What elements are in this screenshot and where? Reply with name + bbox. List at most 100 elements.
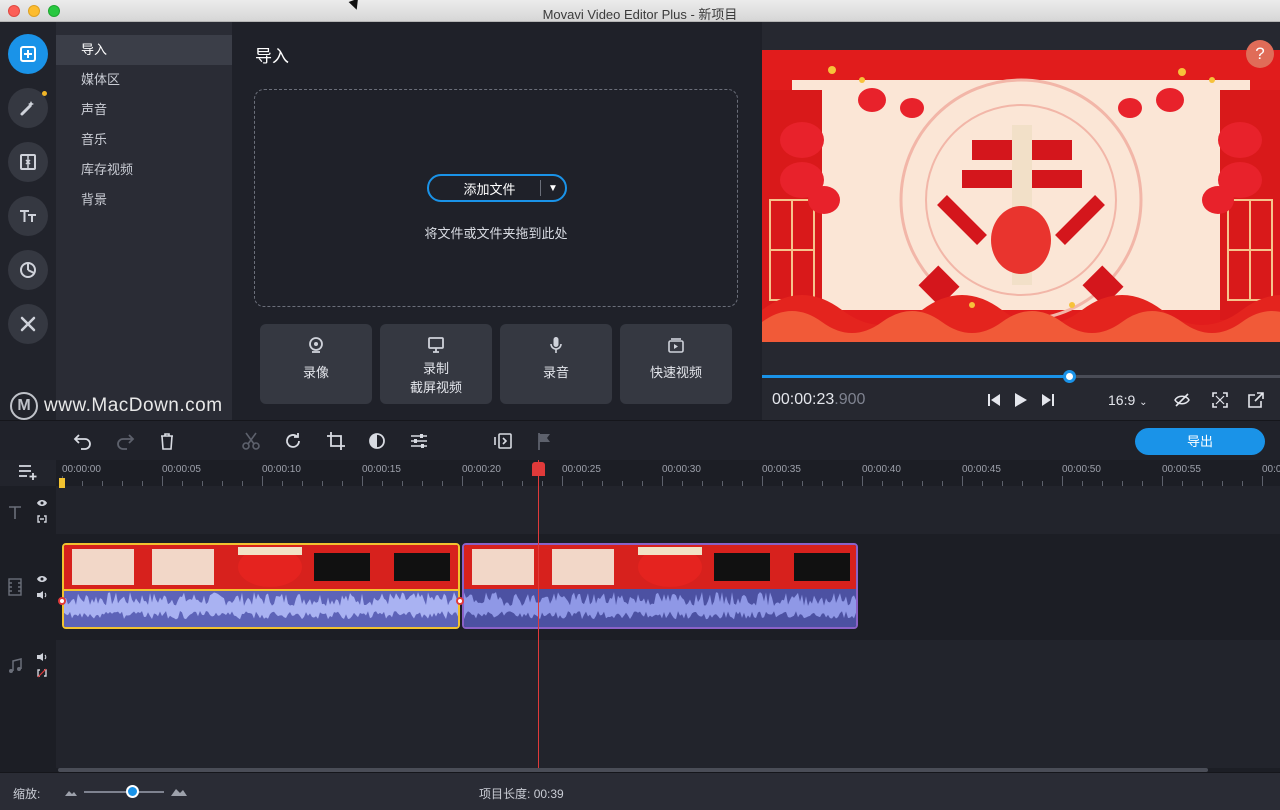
ruler-time-label: 00:00:50: [1062, 464, 1101, 475]
category-sounds[interactable]: 声音: [56, 95, 232, 125]
ruler-time-label: 00:00:25: [562, 464, 601, 475]
category-import[interactable]: 导入: [56, 35, 232, 65]
zoom-slider[interactable]: [84, 791, 164, 793]
chevron-down-icon[interactable]: ▼: [541, 183, 565, 194]
add-media-icon: [20, 46, 36, 62]
magic-wand-icon: [20, 101, 34, 116]
transitions-tool-button[interactable]: [8, 142, 48, 182]
visibility-eye-icon[interactable]: [36, 498, 48, 508]
play-icon: [1015, 393, 1027, 407]
text-track-icon: [9, 506, 21, 519]
drop-hint-text: 将文件或文件夹拖到此处: [424, 226, 568, 241]
marker-flag-icon[interactable]: [535, 431, 555, 451]
timecode-main: 00:00:23: [772, 391, 835, 408]
title-bar: Movavi Video Editor Plus - 新项目: [0, 0, 1280, 22]
progress-handle[interactable]: [1063, 370, 1077, 383]
record-video-label: 录像: [302, 365, 329, 380]
video-track: [56, 536, 1280, 638]
chevron-down-icon: ⌄: [1139, 397, 1148, 408]
playhead-handle[interactable]: [532, 462, 545, 476]
zoom-in-icon[interactable]: [170, 785, 188, 797]
skip-back-button[interactable]: [986, 391, 1002, 409]
microphone-icon: [550, 337, 562, 353]
project-length-label: 项目长度:: [479, 787, 531, 801]
speaker-icon[interactable]: [36, 590, 48, 600]
add-files-button[interactable]: 添加文件 ▼: [427, 174, 567, 202]
hidden-eye-icon: [1174, 393, 1190, 407]
record-audio-button[interactable]: 录音: [500, 324, 612, 404]
playback-progress-bar[interactable]: [762, 370, 1280, 383]
ruler-tick: [1062, 476, 1063, 486]
fade-out-handle[interactable]: [456, 597, 464, 605]
redo-icon[interactable]: [115, 431, 135, 451]
help-button[interactable]: ?: [1246, 40, 1274, 68]
add-track-icon[interactable]: [18, 463, 38, 481]
ruler-time-label: 00:00:15: [362, 464, 401, 475]
time-ruler[interactable]: 00:00:00 00:00:05 00:00:10 00:00:15 00:00:20…: [56, 460, 1280, 486]
preview-quality-button[interactable]: [1174, 391, 1190, 409]
title-track[interactable]: [56, 486, 1280, 534]
ruler-time-label: 00:00:30: [662, 464, 701, 475]
skip-forward-button[interactable]: [1040, 391, 1056, 409]
video-clip[interactable]: [462, 543, 858, 629]
start-marker: [59, 478, 65, 488]
record-audio-label: 录音: [542, 365, 569, 380]
import-tool-button[interactable]: [8, 34, 48, 74]
record-video-button[interactable]: 录像: [260, 324, 372, 404]
export-button[interactable]: 导出: [1135, 428, 1265, 455]
timecode-display: 00:00:23.900: [772, 391, 865, 409]
color-adjust-icon[interactable]: [367, 431, 387, 451]
video-frame-image: [762, 50, 1280, 342]
visibility-eye-icon[interactable]: [36, 574, 48, 584]
ruler-tick: [162, 476, 163, 486]
link-icon[interactable]: [36, 514, 48, 524]
effects-tool-button[interactable]: [8, 88, 48, 128]
ruler-time-label: 00:00:05: [162, 464, 201, 475]
screen-capture-button[interactable]: 录制 截屏视频: [380, 324, 492, 404]
cut-icon[interactable]: [241, 431, 261, 451]
ruler-tick: [862, 476, 863, 486]
video-preview-frame: [762, 50, 1280, 342]
title-track-header: [0, 486, 56, 534]
unlink-icon[interactable]: [36, 668, 48, 678]
playhead-line: [538, 460, 539, 770]
fade-in-handle[interactable]: [58, 597, 66, 605]
ruler-tick: [262, 476, 263, 486]
category-media-bin[interactable]: 媒体区: [56, 65, 232, 95]
timeline: 00:00:00 00:00:05 00:00:10 00:00:15 00:00:20…: [0, 460, 1280, 772]
transition-icon: [20, 154, 36, 170]
ruler-tick: [1262, 476, 1263, 486]
speaker-icon[interactable]: [36, 652, 48, 662]
detach-preview-button[interactable]: [1248, 391, 1264, 409]
category-music[interactable]: 音乐: [56, 125, 232, 155]
file-drop-zone[interactable]: 添加文件 ▼ 将文件或文件夹拖到此处: [254, 89, 738, 307]
crop-icon[interactable]: [326, 431, 346, 451]
aspect-ratio-select[interactable]: 16:9 ⌄: [1108, 392, 1148, 408]
fullscreen-icon: [1212, 392, 1228, 408]
rotate-icon[interactable]: [283, 431, 303, 451]
more-tools-button[interactable]: [8, 304, 48, 344]
music-track[interactable]: [56, 640, 1280, 768]
zoom-out-icon[interactable]: [64, 787, 78, 797]
watermark: M www.MacDown.com: [10, 392, 223, 420]
stickers-tool-button[interactable]: [8, 250, 48, 290]
quick-video-button[interactable]: 快速视频: [620, 324, 732, 404]
delete-icon[interactable]: [157, 431, 177, 451]
quick-video-icon: [668, 338, 684, 353]
ruler-tick: [662, 476, 663, 486]
screen-capture-label-1: 录制: [422, 361, 449, 376]
clip-properties-icon[interactable]: [409, 431, 429, 451]
import-panel: 导入 添加文件 ▼ 将文件或文件夹拖到此处 录像 录制 截屏视频 录音 快速视频: [232, 22, 760, 420]
timeline-header: [0, 460, 56, 486]
titles-tool-button[interactable]: [8, 196, 48, 236]
video-clip[interactable]: [62, 543, 460, 629]
category-stock-video[interactable]: 库存视频: [56, 155, 232, 185]
play-button[interactable]: [1012, 391, 1028, 409]
category-backgrounds[interactable]: 背景: [56, 185, 232, 215]
insert-clip-icon[interactable]: [493, 431, 513, 451]
clip-thumbnails: [464, 545, 856, 627]
zoom-slider-handle[interactable]: [126, 785, 139, 798]
undo-icon[interactable]: [73, 431, 93, 451]
import-category-list: 导入 媒体区 声音 音乐 库存视频 背景: [56, 22, 232, 420]
fullscreen-button[interactable]: [1212, 391, 1228, 409]
